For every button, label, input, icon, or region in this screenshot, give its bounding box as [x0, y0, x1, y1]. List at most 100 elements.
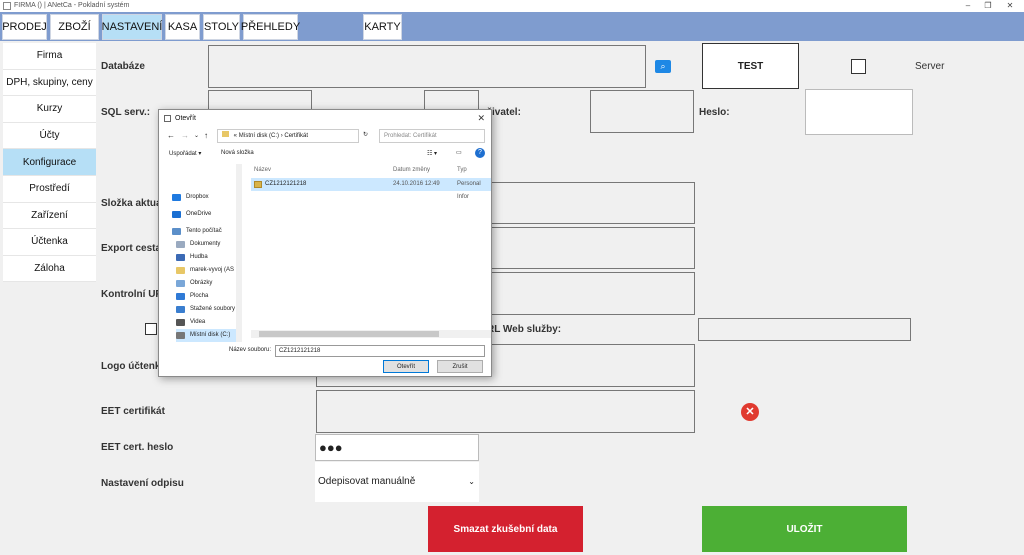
odpis-select-value: Odepisovat manuálně: [318, 476, 416, 487]
nav-stoly[interactable]: STOLY: [203, 14, 240, 40]
delete-test-data-button[interactable]: Smazat zkušební data: [428, 506, 583, 552]
tree-item-documents[interactable]: Dokumenty: [176, 238, 220, 251]
file-name: CZ1212121218: [265, 181, 307, 187]
forward-icon[interactable]: →: [181, 131, 189, 140]
maximize-button[interactable]: ❐: [978, 0, 998, 12]
sidebar-item-konfigurace[interactable]: Konfigurace: [3, 149, 96, 176]
download-icon: [176, 306, 185, 313]
url-checkbox[interactable]: [145, 323, 157, 335]
address-crumb-disk[interactable]: Místní disk (C:): [239, 133, 279, 139]
tree-item-local-disk[interactable]: Místní disk (C:): [176, 329, 236, 342]
preview-pane-icon[interactable]: ▭: [456, 149, 462, 156]
music-icon: [176, 254, 185, 261]
sidebar-item-prostredi[interactable]: Prostředí: [3, 175, 96, 203]
folder-icon: [222, 131, 229, 137]
label-logo: Logo účtenky: [101, 361, 167, 372]
window-title: FIRMA () | ANetCa - Pokladní systém: [14, 2, 130, 9]
tree-scrollbar[interactable]: [236, 164, 242, 342]
tree-item-dropbox[interactable]: Dropbox: [172, 191, 209, 204]
address-overflow: «: [233, 133, 238, 139]
scroll-thumb[interactable]: [259, 331, 439, 337]
close-button[interactable]: ✕: [1000, 0, 1020, 12]
eet-password-field[interactable]: ●●●: [315, 434, 479, 461]
new-folder-button[interactable]: Nová složka: [221, 150, 254, 156]
password-field[interactable]: [805, 89, 913, 135]
address-crumb-cert[interactable]: Certifikát: [284, 133, 308, 139]
nav-tree: Dropbox OneDrive Tento počítač Dokumenty…: [160, 164, 242, 342]
cloud-icon: [172, 211, 181, 218]
address-separator: ›: [280, 133, 283, 139]
recent-chevron-icon[interactable]: ⌄: [194, 132, 199, 139]
address-bar[interactable]: « Místní disk (C:) › Certifikát: [217, 129, 359, 143]
sidebar-item-uctenka[interactable]: Účtenka: [3, 229, 96, 256]
clear-cert-icon[interactable]: ✕: [741, 403, 759, 421]
folder-icon: [176, 267, 185, 274]
sidebar-item-zaloha[interactable]: Záloha: [3, 255, 96, 283]
sidebar-item-firma[interactable]: Firma: [3, 43, 96, 70]
column-name[interactable]: Název: [254, 164, 271, 176]
top-nav: PRODEJ ZBOŽÍ NASTAVENÍ KASA STOLY PŘEHLE…: [0, 12, 1024, 41]
nav-prodej[interactable]: PRODEJ: [2, 14, 47, 40]
sidebar-item-zarizeni[interactable]: Zařízení: [3, 202, 96, 230]
sidebar-item-dph[interactable]: DPH, skupiny, ceny: [3, 69, 96, 97]
organize-button[interactable]: Uspořádat ▾: [169, 150, 201, 157]
server-checkbox[interactable]: [851, 59, 866, 74]
tree-item-pictures[interactable]: Obrázky: [176, 277, 212, 290]
pictures-icon: [176, 280, 185, 287]
sidebar-item-kurzy[interactable]: Kurzy: [3, 96, 96, 123]
search-icon[interactable]: ⌕: [655, 60, 671, 73]
nav-nastaveni[interactable]: NASTAVENÍ: [102, 14, 162, 40]
sidebar-item-ucty[interactable]: Účty: [3, 122, 96, 150]
tree-item-this-pc[interactable]: Tento počítač: [172, 225, 222, 238]
help-icon[interactable]: ?: [475, 148, 485, 158]
label-server: Server: [915, 61, 945, 72]
tree-item-network-drive[interactable]: marek-vyvoj (AS: [176, 264, 234, 277]
label-odpis: Nastavení odpisu: [101, 478, 184, 489]
filename-input[interactable]: CZ1212121218: [275, 345, 485, 357]
tree-item-downloads[interactable]: Stažené soubory: [176, 303, 235, 316]
column-type[interactable]: Typ: [457, 164, 467, 176]
open-button[interactable]: Otevřít: [383, 360, 429, 373]
label-eet-cert: EET certifikát: [101, 406, 165, 417]
tree-item-onedrive[interactable]: OneDrive: [172, 208, 211, 221]
file-date: 24.10.2016 12:49: [393, 181, 440, 187]
user-field[interactable]: [590, 90, 694, 133]
tree-item-desktop[interactable]: Plocha: [176, 290, 208, 303]
cancel-button[interactable]: Zrušit: [437, 360, 483, 373]
tree-item-videos[interactable]: Videa: [176, 316, 205, 329]
nav-kasa[interactable]: KASA: [165, 14, 200, 40]
up-icon[interactable]: ↑: [204, 131, 208, 140]
refresh-icon[interactable]: ↻: [363, 131, 368, 138]
app-icon: [3, 2, 11, 10]
test-button[interactable]: TEST: [702, 43, 799, 89]
desktop-icon: [176, 293, 185, 300]
dropbox-icon: [172, 194, 181, 201]
filename-label: Název souboru:: [229, 347, 272, 353]
label-export: Export cesta:: [101, 243, 165, 254]
database-field[interactable]: [208, 45, 646, 88]
web-service-url-field[interactable]: [698, 318, 911, 341]
odpis-select[interactable]: Odepisovat manuálně ⌄: [315, 462, 479, 502]
file-row[interactable]: CZ1212121218 24.10.2016 12:49 Personal I…: [251, 178, 491, 200]
label-kontrolni: Kontrolní URI: [101, 289, 166, 300]
view-icon[interactable]: ☷ ▾: [427, 150, 437, 157]
disk-icon: [176, 332, 185, 339]
dialog-search-input[interactable]: Prohledat: Certifikát: [379, 129, 485, 143]
eet-cert-field[interactable]: [316, 390, 695, 433]
label-eet-heslo: EET cert. heslo: [101, 442, 174, 453]
file-list-hscrollbar[interactable]: [251, 330, 491, 338]
dialog-close-icon[interactable]: ✕: [477, 113, 485, 124]
label-slozka: Složka aktual: [101, 198, 165, 209]
save-button[interactable]: ULOŽIT: [702, 506, 907, 552]
back-icon[interactable]: ←: [167, 131, 175, 140]
tree-item-music[interactable]: Hudba: [176, 251, 208, 264]
chevron-down-icon: ⌄: [468, 477, 475, 486]
nav-karty[interactable]: KARTY: [363, 14, 402, 40]
column-date[interactable]: Datum změny: [393, 164, 430, 176]
label-url-web: RL Web služby:: [487, 324, 562, 335]
minimize-button[interactable]: –: [958, 0, 978, 12]
label-databaze: Databáze: [101, 61, 145, 72]
open-file-dialog: Otevřít ✕ ← → ⌄ ↑ « Místní disk (C:) › C…: [158, 109, 492, 377]
nav-zbozi[interactable]: ZBOŽÍ: [50, 14, 99, 40]
nav-prehledy[interactable]: PŘEHLEDY: [241, 14, 300, 40]
